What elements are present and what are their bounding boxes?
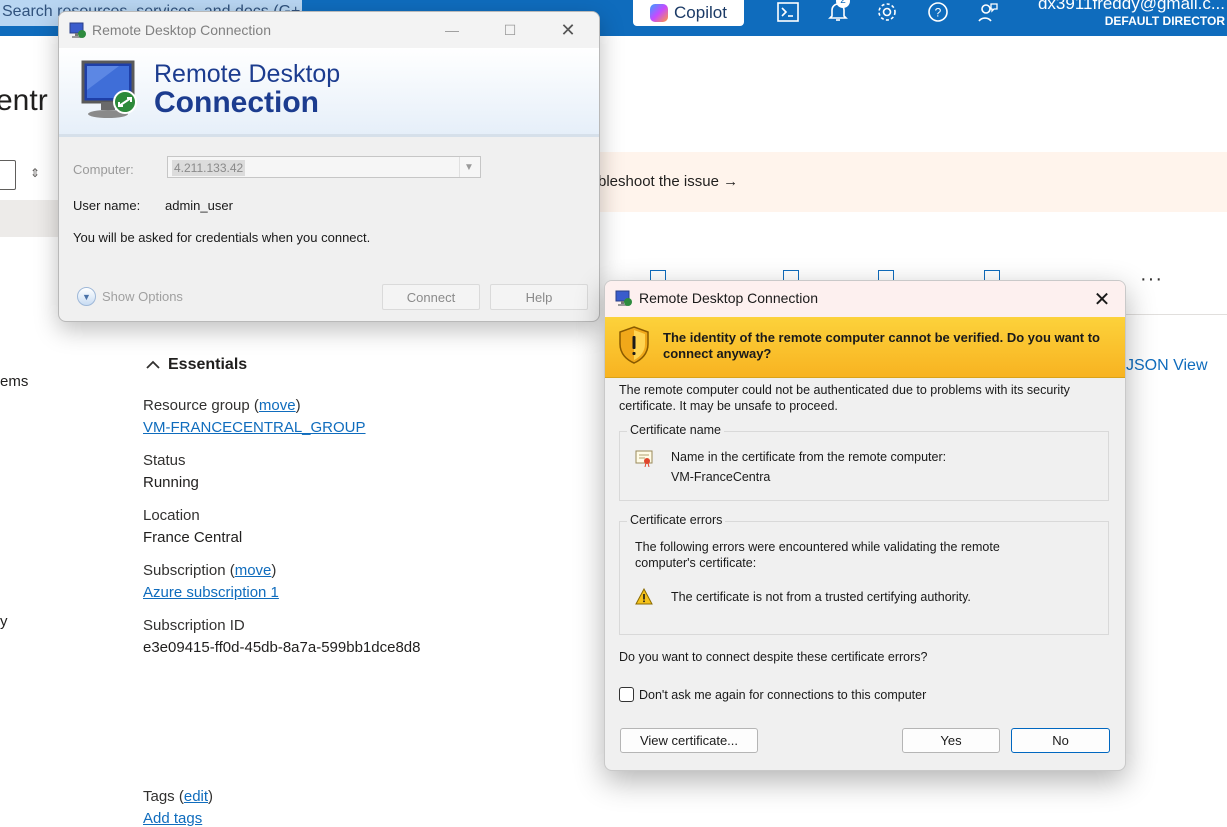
chevron-down-icon[interactable]: ▼ [459, 157, 478, 177]
minimize-icon[interactable]: — [437, 18, 467, 42]
status-label: Status [143, 452, 186, 469]
close-icon[interactable]: ✕ [553, 18, 583, 42]
page-title: entr [0, 84, 48, 117]
subscription-id-value: e3e09415-ff0d-45db-8a7a-599bb1dce8d8 [143, 639, 421, 656]
certificate-warning-dialog: Remote Desktop Connection ✕ The identity… [604, 280, 1126, 771]
help-icon[interactable]: ? [926, 0, 950, 24]
certificate-errors-intro: The following errors were encountered wh… [635, 540, 1000, 570]
certificate-error-item: The certificate is not from a trusted ce… [671, 590, 971, 604]
essentials-toggle[interactable]: Essentials [146, 356, 247, 374]
selected-nav-row[interactable] [0, 200, 60, 237]
computer-combobox[interactable]: 4.211.133.42 ▼ [167, 156, 481, 178]
resource-group-label: Resource group (move) [143, 397, 301, 414]
filter-select[interactable] [0, 160, 16, 190]
nav-item-fragment[interactable]: y [0, 613, 8, 630]
more-commands-icon[interactable]: ··· [1140, 268, 1163, 291]
cloud-shell-icon[interactable] [776, 0, 800, 24]
location-label: Location [143, 507, 200, 524]
account-menu[interactable]: dx3911freddy@gmail.c... DEFAULT DIRECTOR [1038, 0, 1225, 28]
maximize-icon[interactable]: ☐ [495, 18, 525, 42]
resource-group-move-link[interactable]: move [259, 397, 296, 414]
rdc-app-icon [615, 290, 632, 306]
dont-ask-again-label[interactable]: Don't ask me again for connections to th… [639, 687, 926, 703]
status-value: Running [143, 474, 199, 491]
copilot-label: Copilot [674, 3, 727, 22]
certificate-name-caption: Name in the certificate from the remote … [671, 450, 947, 464]
copilot-icon [650, 4, 669, 22]
notifications-icon[interactable]: 2 [826, 0, 850, 24]
resource-group-link[interactable]: VM-FRANCECENTRAL_GROUP [143, 419, 366, 436]
warning-shield-icon [619, 326, 649, 364]
certificate-name-group-title: Certificate name [627, 423, 725, 437]
essentials-title: Essentials [168, 356, 248, 373]
user-email: dx3911freddy@gmail.c... [1037, 0, 1225, 13]
show-options-label: Show Options [102, 289, 183, 304]
location-value: France Central [143, 529, 243, 546]
yes-button[interactable]: Yes [902, 728, 1000, 753]
user-directory: DEFAULT DIRECTOR [1104, 14, 1225, 28]
close-icon[interactable]: ✕ [1089, 286, 1115, 312]
no-button[interactable]: No [1011, 728, 1110, 753]
svg-text:?: ? [935, 6, 942, 20]
rdc-heading-line2: Connection [154, 86, 319, 119]
tags-edit-link[interactable]: edit [184, 788, 208, 805]
rdc-window-title: Remote Desktop Connection [92, 22, 271, 38]
dialog-title: Remote Desktop Connection [639, 290, 818, 306]
warning-triangle-icon [635, 588, 653, 605]
computer-value: 4.211.133.42 [172, 160, 246, 176]
dont-ask-again-checkbox[interactable] [619, 687, 634, 702]
view-certificate-button[interactable]: View certificate... [620, 728, 758, 753]
subscription-move-link[interactable]: move [235, 562, 272, 579]
subscription-label: Subscription (move) [143, 562, 277, 579]
subscription-link[interactable]: Azure subscription 1 [143, 584, 279, 601]
nav-item-fragment[interactable]: ems [0, 373, 28, 390]
rdc-heading-line1: Remote Desktop [154, 60, 341, 88]
certificate-name-value: VM-FranceCentra [671, 470, 771, 484]
settings-gear-icon[interactable] [875, 0, 899, 24]
credentials-note: You will be asked for credentials when y… [73, 230, 371, 245]
computer-label: Computer: [73, 162, 134, 177]
username-value: admin_user [165, 198, 233, 213]
troubleshoot-link[interactable]: bleshoot the issue → [598, 173, 738, 190]
show-options-toggle[interactable]: ▼ Show Options [77, 287, 183, 306]
certificate-name-group [619, 431, 1109, 501]
rdc-monitor-logo-icon [81, 60, 137, 118]
certificate-errors-group-title: Certificate errors [627, 513, 726, 527]
chevron-up-icon [146, 360, 160, 369]
rdc-main-window: Remote Desktop Connection — ☐ ✕ Remote D… [58, 11, 600, 322]
tags-label: Tags (edit) [143, 788, 214, 805]
username-label: User name: [73, 198, 141, 213]
rdc-app-icon [69, 22, 86, 38]
help-button[interactable]: Help [490, 284, 588, 310]
feedback-icon[interactable] [976, 0, 1000, 24]
copilot-button[interactable]: Copilot [633, 0, 744, 26]
json-view-link[interactable]: JSON View [1126, 357, 1208, 375]
intro-text: The remote computer could not be authent… [619, 383, 1070, 413]
sort-icon[interactable]: ⇕ [30, 166, 40, 180]
expand-down-icon: ▼ [77, 287, 96, 306]
connect-button[interactable]: Connect [382, 284, 480, 310]
divider [1125, 314, 1227, 315]
subscription-id-label: Subscription ID [143, 617, 245, 634]
confirm-question: Do you want to connect despite these cer… [619, 650, 928, 664]
add-tags-link[interactable]: Add tags [143, 810, 202, 827]
warning-header-text: The identity of the remote computer cann… [663, 330, 1100, 361]
certificate-icon [635, 450, 653, 467]
